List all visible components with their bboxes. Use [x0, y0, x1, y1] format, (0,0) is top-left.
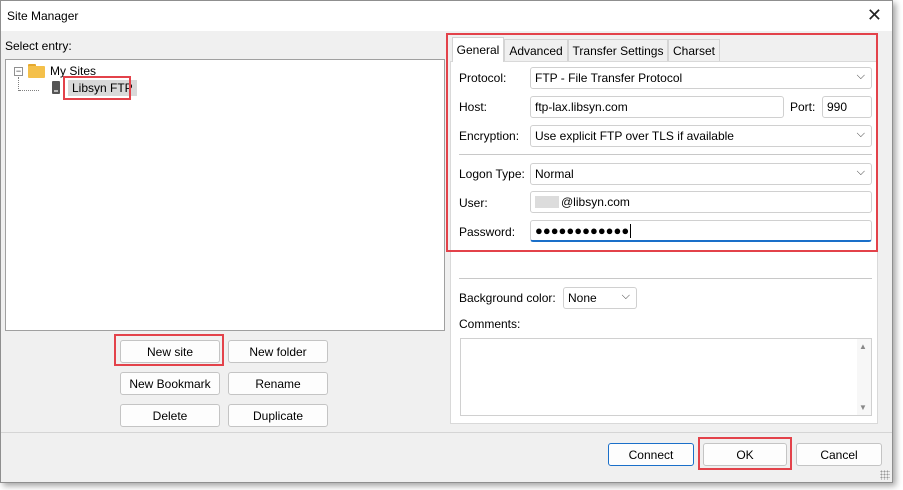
delete-button[interactable]: Delete	[120, 404, 220, 427]
footer-divider	[1, 432, 892, 433]
background-color-select[interactable]: None ⌵	[563, 287, 637, 309]
select-entry-label: Select entry:	[5, 39, 72, 53]
new-folder-button[interactable]: New folder	[228, 340, 328, 363]
duplicate-button[interactable]: Duplicate	[228, 404, 328, 427]
chevron-down-icon: ⌵	[621, 290, 630, 302]
tab-general[interactable]: General	[452, 37, 504, 62]
highlight-new-site	[114, 334, 224, 366]
resize-grip-icon[interactable]	[880, 470, 890, 480]
highlight-site-item	[63, 76, 131, 100]
new-bookmark-button[interactable]: New Bookmark	[120, 372, 220, 395]
highlight-general-settings	[446, 33, 878, 252]
scroll-down-icon[interactable]: ▼	[859, 403, 867, 412]
comments-label: Comments:	[459, 317, 521, 331]
scroll-up-icon[interactable]: ▲	[859, 342, 867, 351]
tree-connector-vertical	[18, 77, 19, 91]
tree-connector-horizontal	[19, 90, 39, 91]
section-divider-2	[459, 278, 872, 279]
rename-button[interactable]: Rename	[228, 372, 328, 395]
cancel-button[interactable]: Cancel	[796, 443, 882, 466]
background-color-value: None	[568, 291, 597, 305]
folder-icon	[28, 64, 46, 78]
comments-textarea[interactable]: ▲ ▼	[460, 338, 872, 416]
connect-button[interactable]: Connect	[608, 443, 694, 466]
server-icon	[52, 81, 60, 94]
close-icon[interactable]: ✕	[867, 5, 882, 26]
background-color-label: Background color:	[459, 291, 556, 305]
title-bar: Site Manager ✕	[1, 1, 892, 31]
site-manager-window: Site Manager ✕ Select entry: − My Sites …	[0, 0, 893, 483]
collapse-icon[interactable]: −	[14, 67, 23, 76]
highlight-ok	[698, 437, 792, 470]
window-title: Site Manager	[7, 9, 79, 23]
comments-scrollbar[interactable]: ▲ ▼	[857, 339, 871, 415]
